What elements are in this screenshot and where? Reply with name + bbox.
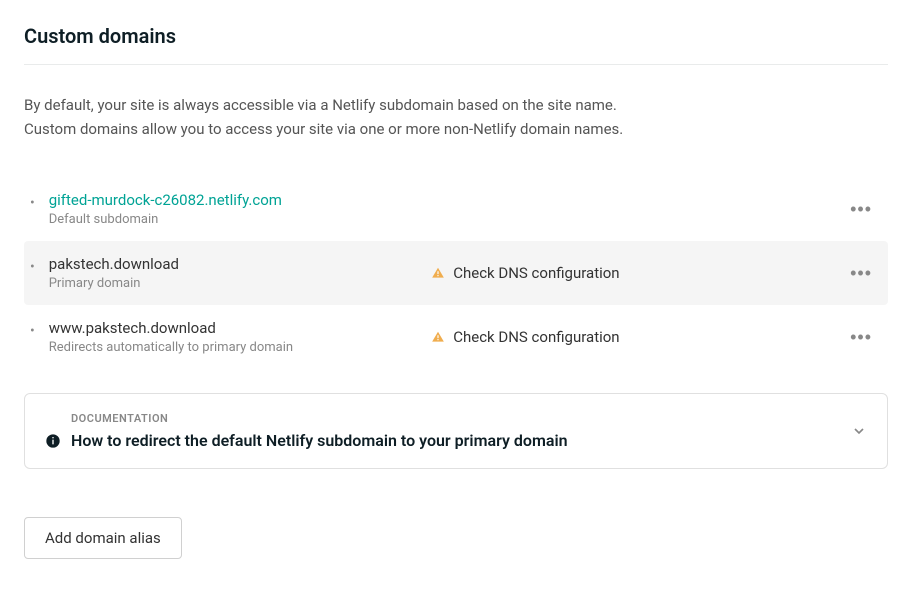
- domain-options-button[interactable]: •••: [842, 260, 880, 286]
- domain-subtext: Redirects automatically to primary domai…: [49, 340, 431, 355]
- documentation-label: DOCUMENTATION: [71, 412, 851, 425]
- domain-list: • gifted-murdock-c26082.netlify.com Defa…: [24, 177, 888, 369]
- domain-name: pakstech.download: [49, 255, 431, 273]
- domain-options-button[interactable]: •••: [842, 324, 880, 350]
- bullet-icon: •: [30, 319, 35, 339]
- domain-subtext: Default subdomain: [49, 212, 431, 227]
- info-icon: [45, 433, 61, 449]
- domain-name: www.pakstech.download: [49, 319, 431, 337]
- domain-info: pakstech.download Primary domain: [49, 255, 431, 291]
- domain-info: www.pakstech.download Redirects automati…: [49, 319, 431, 355]
- dns-status-link[interactable]: Check DNS configuration: [431, 328, 619, 346]
- warning-icon: [431, 266, 445, 280]
- dns-status-text: Check DNS configuration: [453, 328, 619, 346]
- domain-info: gifted-murdock-c26082.netlify.com Defaul…: [49, 191, 431, 227]
- dns-status-text: Check DNS configuration: [453, 264, 619, 282]
- documentation-box[interactable]: DOCUMENTATION How to redirect the defaul…: [24, 393, 888, 469]
- chevron-down-icon: [851, 423, 867, 439]
- domain-options-button[interactable]: •••: [842, 196, 880, 222]
- add-domain-alias-button[interactable]: Add domain alias: [24, 517, 182, 559]
- domain-name-link[interactable]: gifted-murdock-c26082.netlify.com: [49, 191, 431, 209]
- dns-status-link[interactable]: Check DNS configuration: [431, 264, 619, 282]
- bullet-icon: •: [30, 191, 35, 211]
- domain-item: • pakstech.download Primary domain Check…: [24, 241, 888, 305]
- section-description: By default, your site is always accessib…: [24, 93, 888, 141]
- documentation-title: How to redirect the default Netlify subd…: [71, 431, 568, 450]
- domain-item: • gifted-murdock-c26082.netlify.com Defa…: [24, 177, 888, 241]
- domain-subtext: Primary domain: [49, 276, 431, 291]
- bullet-icon: •: [30, 255, 35, 275]
- warning-icon: [431, 330, 445, 344]
- description-line: Custom domains allow you to access your …: [24, 117, 888, 141]
- domain-item: • www.pakstech.download Redirects automa…: [24, 305, 888, 369]
- description-line: By default, your site is always accessib…: [24, 93, 888, 117]
- section-title: Custom domains: [24, 24, 888, 65]
